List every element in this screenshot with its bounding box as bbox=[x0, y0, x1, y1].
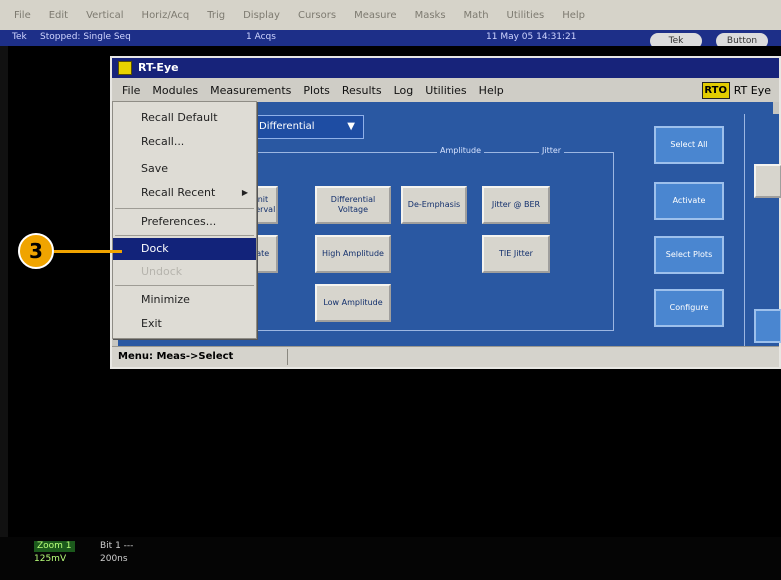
amplitude-group-label: Amplitude bbox=[437, 146, 484, 155]
menu-item-dock[interactable]: Dock bbox=[113, 238, 256, 260]
readout-time: 200ns bbox=[100, 554, 128, 564]
scope-left-edge bbox=[0, 46, 8, 580]
scope-status-bar: Tek Stopped: Single Seq 1 Acqs 11 May 05… bbox=[0, 30, 781, 49]
select-plots-button[interactable]: Select Plots bbox=[654, 236, 724, 274]
channel-readout: Zoom 1 125mV Bit 1 --- 200ns bbox=[0, 537, 781, 580]
readout-channel: Zoom 1 bbox=[34, 541, 75, 552]
scope-menubar: File Edit Vertical Horiz/Acq Trig Displa… bbox=[0, 0, 781, 30]
menu-item-recall-recent[interactable]: Recall Recent ▶ bbox=[113, 182, 256, 204]
menu-item-recall-default[interactable]: Recall Default bbox=[113, 107, 256, 129]
menu-results[interactable]: Results bbox=[336, 84, 388, 97]
app-menubar: File Modules Measurements Plots Results … bbox=[112, 78, 779, 102]
scope-menu-utilities[interactable]: Utilities bbox=[507, 10, 545, 21]
menu-hint-text: Menu: Meas->Select bbox=[118, 351, 234, 362]
scope-menu-help[interactable]: Help bbox=[562, 10, 585, 21]
menu-separator bbox=[115, 285, 254, 286]
menu-measurements[interactable]: Measurements bbox=[204, 84, 297, 97]
scope-menu-cursors[interactable]: Cursors bbox=[298, 10, 336, 21]
differential-select-value: Differential bbox=[259, 121, 315, 132]
scope-menu-horiz[interactable]: Horiz/Acq bbox=[142, 10, 190, 21]
measurement-group: Amplitude Jitter bbox=[250, 146, 614, 331]
chevron-down-icon: ▼ bbox=[347, 121, 355, 132]
jitter-ber-tile[interactable]: Jitter @ BER bbox=[482, 186, 550, 224]
menu-plots[interactable]: Plots bbox=[297, 84, 335, 97]
status-timestamp: 11 May 05 14:31:21 bbox=[486, 32, 577, 42]
callout-leader-line bbox=[54, 250, 122, 253]
menu-item-exit[interactable]: Exit bbox=[113, 313, 256, 335]
right-panel-stub bbox=[744, 114, 781, 346]
brand-logo-icon: RTO bbox=[701, 82, 730, 99]
readout-zoom: Bit 1 --- bbox=[100, 541, 134, 551]
menu-item-preferences[interactable]: Preferences... bbox=[113, 211, 256, 233]
submenu-arrow-icon: ▶ bbox=[241, 188, 248, 197]
readout-scale: 125mV bbox=[34, 554, 67, 564]
scope-menu-trig[interactable]: Trig bbox=[207, 10, 225, 21]
menu-item-minimize[interactable]: Minimize bbox=[113, 289, 256, 311]
brand: RTO RT Eye bbox=[701, 82, 771, 99]
select-all-button[interactable]: Select All bbox=[654, 126, 724, 164]
tie-jitter-tile[interactable]: TIE Jitter bbox=[482, 235, 550, 273]
scope-menu-vertical[interactable]: Vertical bbox=[86, 10, 123, 21]
menu-separator bbox=[115, 235, 254, 236]
file-dropdown-menu: Recall Default Recall... Save Recall Rec… bbox=[112, 101, 257, 339]
status-state: Stopped: Single Seq bbox=[40, 32, 131, 42]
menu-log[interactable]: Log bbox=[388, 84, 420, 97]
window-title: RT-Eye bbox=[138, 61, 179, 74]
activate-button[interactable]: Activate bbox=[654, 182, 724, 220]
scope-menu-display[interactable]: Display bbox=[243, 10, 280, 21]
scope-menu-math[interactable]: Math bbox=[464, 10, 489, 21]
window-titlebar[interactable]: RT-Eye bbox=[112, 58, 779, 78]
brand-label: RT Eye bbox=[733, 84, 771, 97]
menu-modules[interactable]: Modules bbox=[146, 84, 204, 97]
status-acqs: 1 Acqs bbox=[246, 32, 276, 42]
menu-item-undock: Undock bbox=[141, 265, 183, 278]
scope-menu-file[interactable]: File bbox=[14, 10, 31, 21]
differential-select[interactable]: Differential ▼ bbox=[250, 115, 364, 139]
menu-utilities[interactable]: Utilities bbox=[419, 84, 472, 97]
high-amplitude-tile[interactable]: High Amplitude bbox=[315, 235, 391, 273]
status-hint-bar: Menu: Meas->Select bbox=[112, 346, 779, 367]
step-callout-badge: 3 bbox=[18, 233, 54, 269]
menu-item-recall[interactable]: Recall... bbox=[113, 131, 256, 153]
de-emphasis-tile[interactable]: De-Emphasis bbox=[401, 186, 467, 224]
scope-menu-masks[interactable]: Masks bbox=[415, 10, 446, 21]
configure-button[interactable]: Configure bbox=[654, 289, 724, 327]
right-stub-blue-button[interactable] bbox=[754, 309, 781, 343]
low-amplitude-tile[interactable]: Low Amplitude bbox=[315, 284, 391, 322]
scope-menu-edit[interactable]: Edit bbox=[49, 10, 68, 21]
menu-help[interactable]: Help bbox=[473, 84, 510, 97]
app-icon bbox=[118, 61, 132, 75]
menu-file[interactable]: File bbox=[116, 84, 146, 97]
jitter-group-label: Jitter bbox=[539, 146, 565, 155]
menu-item-save[interactable]: Save bbox=[113, 158, 256, 180]
menu-separator bbox=[115, 208, 254, 209]
hint-divider bbox=[287, 349, 288, 365]
right-stub-button[interactable] bbox=[754, 164, 781, 198]
differential-voltage-tile[interactable]: Differential Voltage bbox=[315, 186, 391, 224]
status-mode: Tek bbox=[12, 32, 27, 42]
scope-menu-measure[interactable]: Measure bbox=[354, 10, 397, 21]
menu-item-recall-recent-label: Recall Recent bbox=[141, 186, 216, 199]
